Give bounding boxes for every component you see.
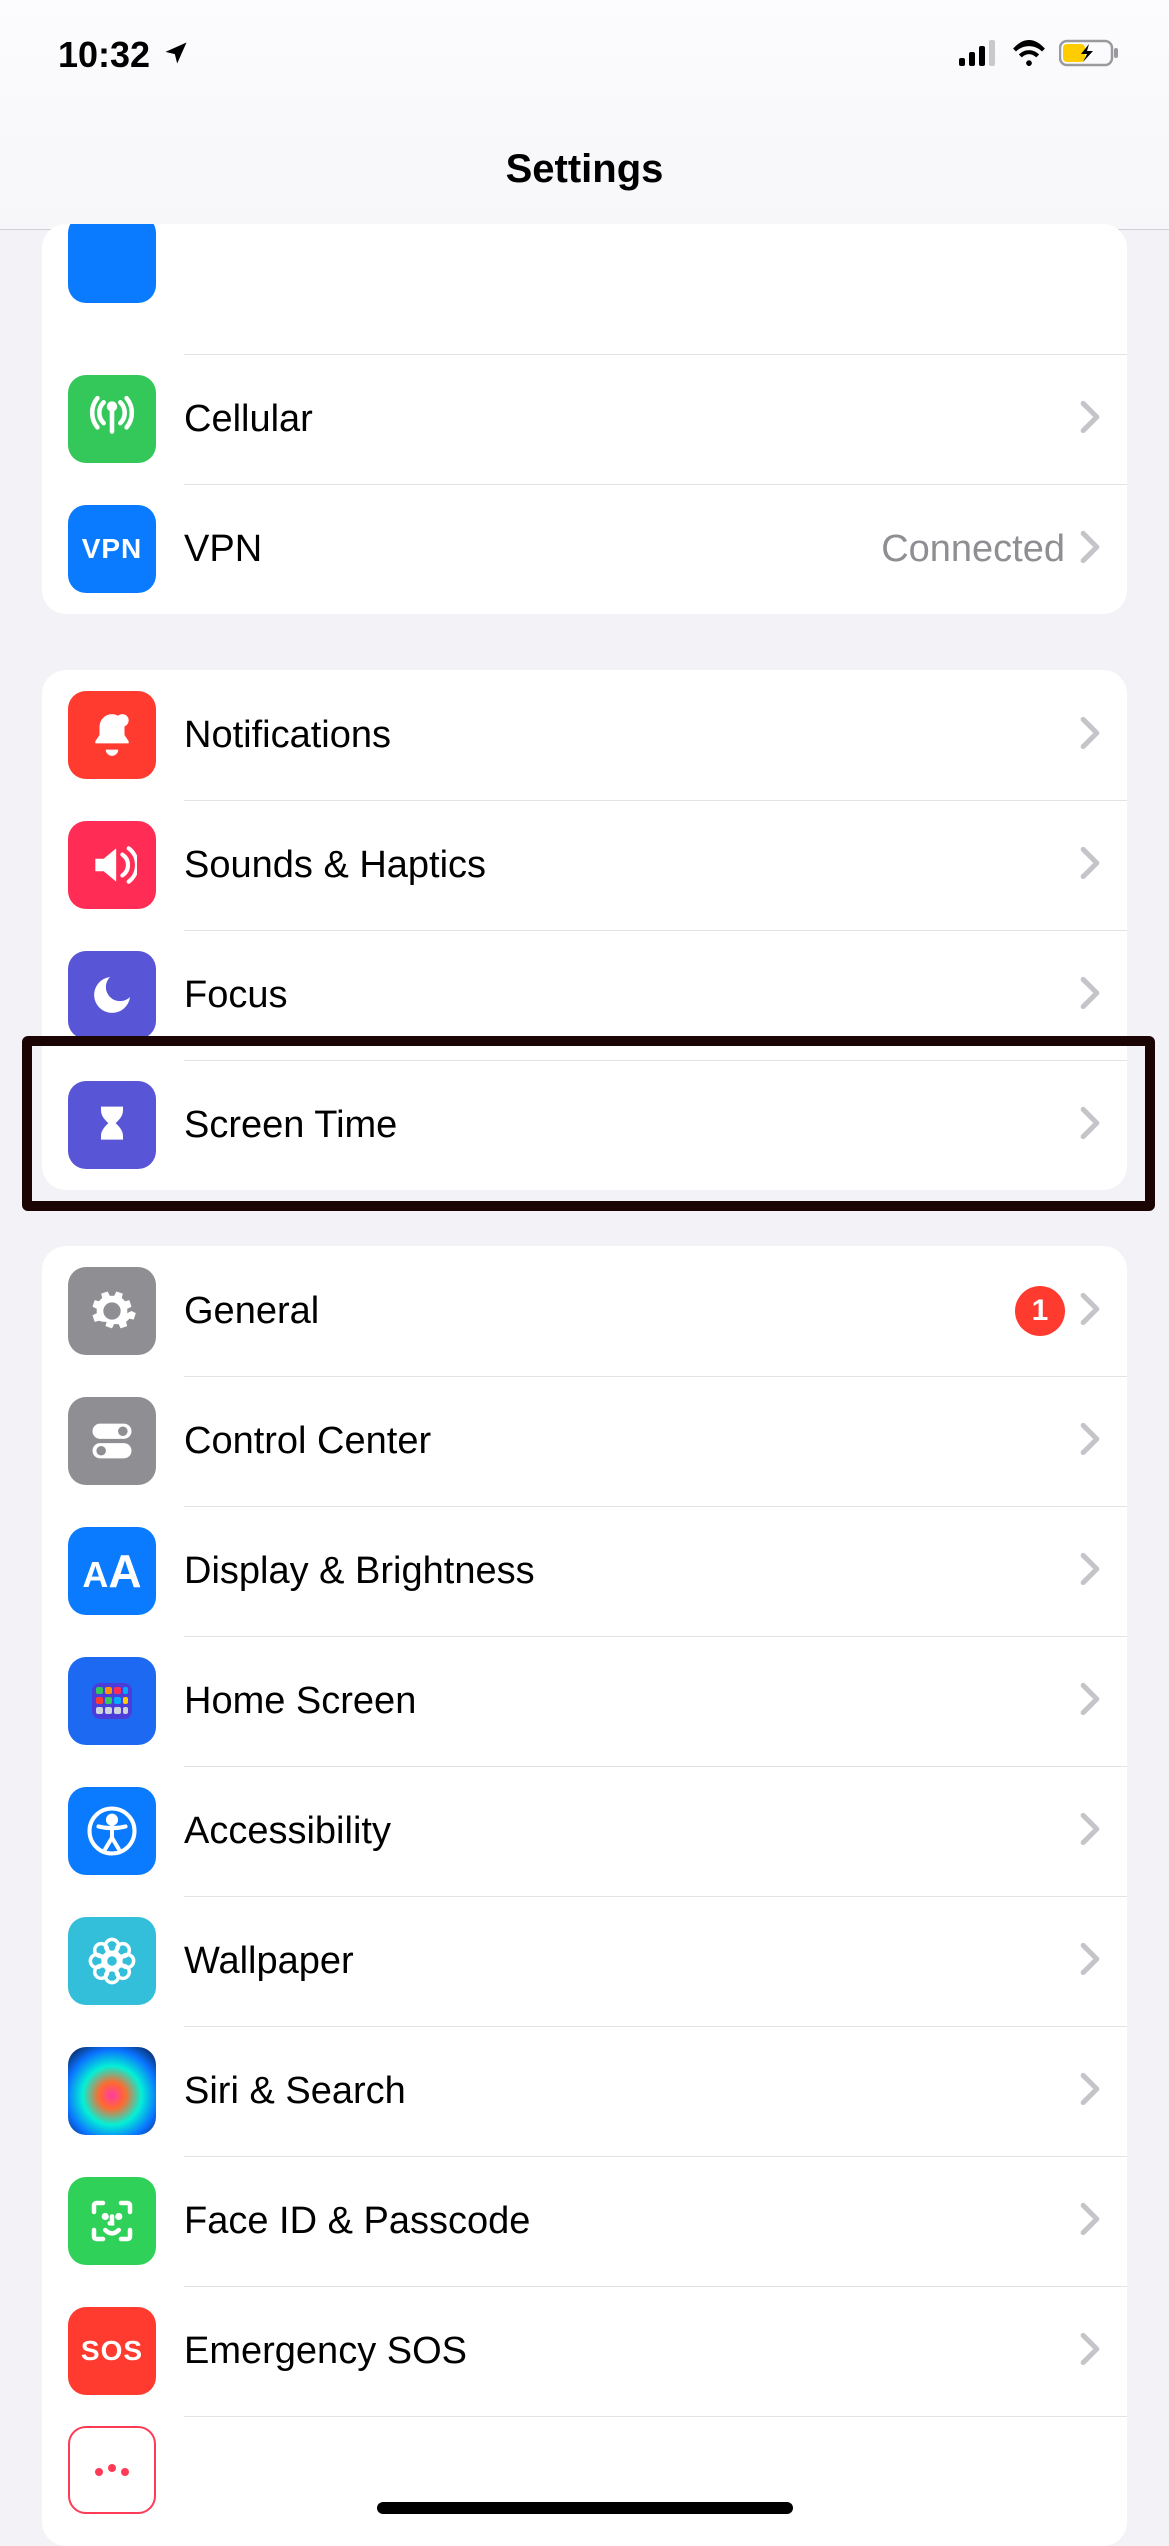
settings-group-alerts: Notifications Sounds & Haptics Focus Scr… [42,670,1127,1190]
cellular-signal-icon [959,40,999,71]
chevron-right-icon [1079,1682,1101,1721]
settings-row-accessibility[interactable]: Accessibility [42,1766,1127,1896]
chevron-right-icon [1079,2202,1101,2241]
status-icons [959,39,1119,72]
chevron-right-icon [1079,2072,1101,2111]
chevron-right-icon [1079,976,1101,1015]
settings-row-focus[interactable]: Focus [42,930,1127,1060]
chevron-right-icon [1079,1552,1101,1591]
settings-label: Wallpaper [184,1940,1079,1983]
sos-icon: SOS [68,2307,156,2395]
settings-label: Face ID & Passcode [184,2200,1079,2243]
location-arrow-icon [162,34,190,76]
settings-row-cellular[interactable]: Cellular [42,354,1127,484]
chevron-right-icon [1079,1942,1101,1981]
settings-label: Emergency SOS [184,2330,1079,2373]
settings-label: Screen Time [184,1104,1079,1147]
text-size-icon: AA [68,1527,156,1615]
settings-row-faceid[interactable]: Face ID & Passcode [42,2156,1127,2286]
bell-icon [68,691,156,779]
chevron-right-icon [1079,400,1101,439]
battery-charging-icon [1059,39,1119,72]
square-icon [68,224,156,303]
chevron-right-icon [1079,846,1101,885]
notification-badge: 1 [1015,1286,1065,1336]
wifi-icon [1011,40,1047,71]
face-id-icon [68,2177,156,2265]
chevron-right-icon [1079,2332,1101,2371]
settings-row-general[interactable]: General 1 [42,1246,1127,1376]
settings-row-sos[interactable]: SOS Emergency SOS [42,2286,1127,2416]
settings-row-siri[interactable]: Siri & Search [42,2026,1127,2156]
gear-icon [68,1267,156,1355]
app-grid-icon [68,1657,156,1745]
settings-label: Accessibility [184,1810,1079,1853]
hourglass-icon [68,1081,156,1169]
status-bar: 10:32 [0,0,1169,110]
settings-label: VPN [184,528,881,571]
accessibility-icon [68,1787,156,1875]
chevron-right-icon [1079,1812,1101,1851]
page-header: Settings [0,110,1169,230]
settings-label: Home Screen [184,1680,1079,1723]
chevron-right-icon [1079,1106,1101,1145]
antenna-icon [68,375,156,463]
settings-label: Focus [184,974,1079,1017]
page-title: Settings [506,147,664,192]
settings-label: Display & Brightness [184,1550,1079,1593]
settings-label: Sounds & Haptics [184,844,1079,887]
settings-row-partial-bottom[interactable] [42,2416,1127,2546]
chevron-right-icon [1079,530,1101,569]
settings-row-screentime[interactable]: Screen Time [42,1060,1127,1190]
flower-icon [68,1917,156,2005]
chevron-right-icon [1079,716,1101,755]
speaker-icon [68,821,156,909]
settings-row-control-center[interactable]: Control Center [42,1376,1127,1506]
chevron-right-icon [1079,1292,1101,1331]
settings-row-notifications[interactable]: Notifications [42,670,1127,800]
settings-label: General [184,1290,1015,1333]
vpn-icon: VPN [68,505,156,593]
settings-row-sounds[interactable]: Sounds & Haptics [42,800,1127,930]
settings-group-connectivity: Cellular VPN VPN Connected [42,224,1127,614]
settings-row-vpn[interactable]: VPN VPN Connected [42,484,1127,614]
siri-icon [68,2047,156,2135]
settings-label: Control Center [184,1420,1079,1463]
chevron-right-icon [1079,1422,1101,1461]
settings-label: Siri & Search [184,2070,1079,2113]
settings-value: Connected [881,528,1065,571]
settings-row-partial-top[interactable] [42,224,1127,354]
settings-row-display[interactable]: AA Display & Brightness [42,1506,1127,1636]
toggle-switches-icon [68,1397,156,1485]
status-time: 10:32 [58,34,150,76]
settings-label: Notifications [184,714,1079,757]
home-indicator[interactable] [377,2502,793,2514]
settings-label: Cellular [184,398,1079,441]
dots-icon [68,2426,156,2514]
moon-icon [68,951,156,1039]
settings-row-wallpaper[interactable]: Wallpaper [42,1896,1127,2026]
settings-row-home-screen[interactable]: Home Screen [42,1636,1127,1766]
settings-group-system: General 1 Control Center AA Display & Br… [42,1246,1127,2546]
